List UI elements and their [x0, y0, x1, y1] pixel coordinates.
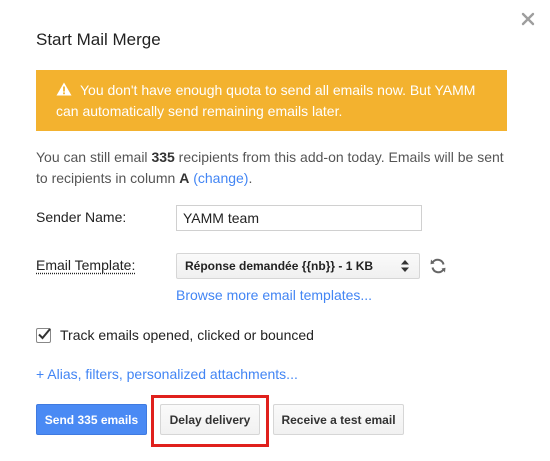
email-template-select[interactable]: Réponse demandée {{nb}} - 1 KB [176, 253, 420, 279]
advanced-options-link[interactable]: + Alias, filters, personalized attachmen… [36, 366, 298, 382]
mail-merge-dialog: Start Mail Merge You don't have enough q… [0, 0, 550, 461]
recipient-count: 335 [151, 149, 175, 165]
track-emails-label: Track emails opened, clicked or bounced [60, 327, 314, 343]
email-template-label: Email Template: [36, 257, 136, 273]
recipient-column: A [179, 170, 190, 186]
email-template-selected: Réponse demandée {{nb}} - 1 KB [185, 259, 374, 273]
sender-name-label: Sender Name: [36, 209, 127, 225]
refresh-icon[interactable] [429, 257, 447, 275]
info-prefix: You can still email [36, 149, 152, 165]
send-emails-button[interactable]: Send 335 emails [36, 404, 147, 435]
change-column-link[interactable]: (change) [193, 170, 248, 186]
quota-info-text: You can still email 335 recipients from … [36, 147, 516, 189]
dialog-title: Start Mail Merge [36, 30, 161, 49]
checkmark-icon [38, 327, 51, 339]
select-arrows-icon [401, 260, 409, 272]
browse-templates-link[interactable]: Browse more email templates... [176, 287, 372, 303]
test-email-button[interactable]: Receive a test email [273, 404, 404, 435]
warning-icon [56, 81, 72, 96]
info-suffix: . [248, 170, 253, 186]
quota-warning-banner: You don't have enough quota to send all … [36, 70, 507, 131]
delay-delivery-button[interactable]: Delay delivery [160, 404, 260, 435]
sender-name-input[interactable] [176, 205, 422, 231]
track-emails-checkbox[interactable] [36, 327, 51, 343]
close-icon[interactable] [519, 10, 537, 28]
track-emails-row: Track emails opened, clicked or bounced [36, 327, 314, 343]
warning-text: You don't have enough quota to send all … [56, 82, 476, 119]
